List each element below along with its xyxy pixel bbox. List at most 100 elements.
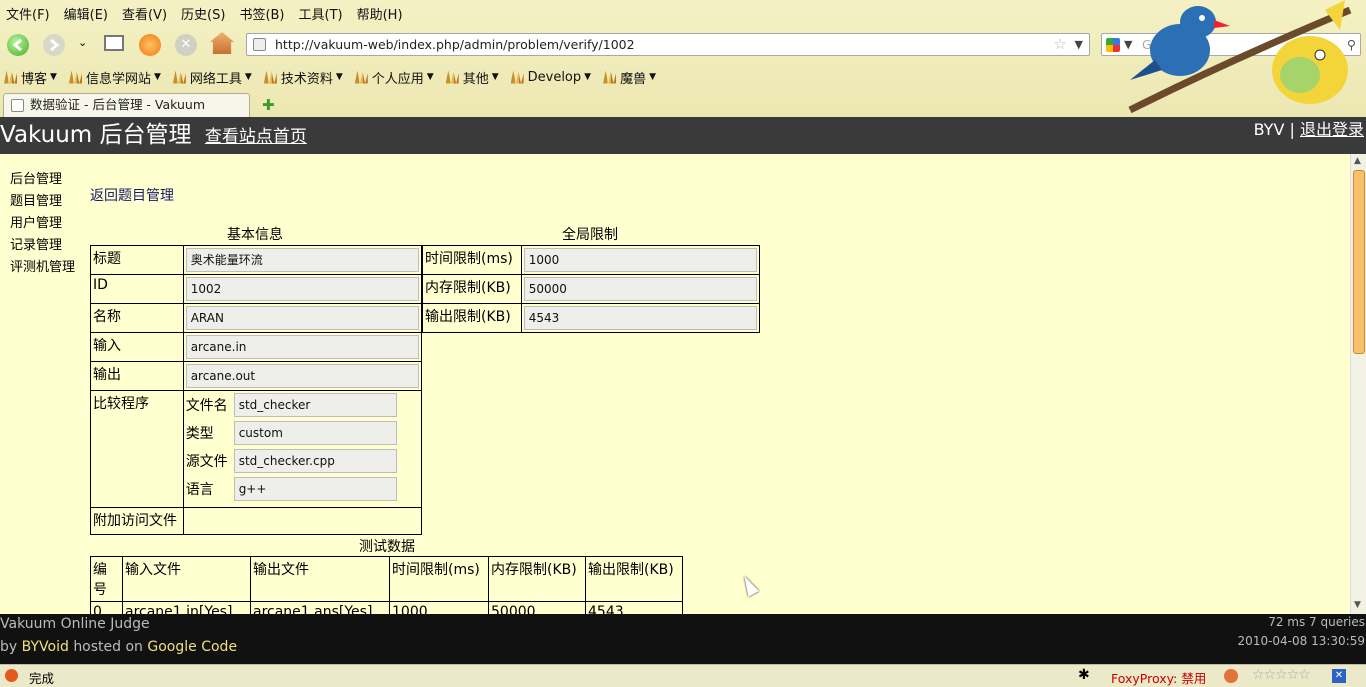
tab-active[interactable]: 数据验证 - 后台管理 - Vakuum: [3, 93, 250, 117]
home-icon[interactable]: [210, 32, 234, 54]
addon-blue-icon[interactable]: ✕: [1332, 669, 1346, 683]
username: BYV: [1253, 120, 1285, 139]
history-dropdown-icon[interactable]: ⌄: [78, 36, 87, 49]
site-title-block: Vakuum 后台管理 查看站点首页: [0, 120, 307, 152]
new-tab-icon[interactable]: ✚: [262, 96, 275, 114]
firebug-icon[interactable]: ✱: [1078, 667, 1090, 683]
scroll-down-icon[interactable]: ▼: [1354, 600, 1361, 610]
checker-language-field[interactable]: g++: [233, 477, 397, 501]
user-area: BYV | 退出登录: [1254, 119, 1364, 141]
vertical-scrollbar[interactable]: ▲ ▼: [1350, 154, 1366, 614]
field-label: 输出限制(KB): [422, 303, 522, 333]
column-header: 时间限制(ms): [389, 556, 489, 602]
checker-filename-field[interactable]: std_checker: [233, 393, 397, 417]
addon-icon[interactable]: [1224, 669, 1238, 683]
menu-help[interactable]: 帮助(H): [357, 4, 403, 23]
author-link[interactable]: BYVoid: [22, 639, 69, 655]
input-file-field[interactable]: arcane.in: [185, 335, 419, 359]
server-time: 2010-04-08 13:30:59: [1237, 634, 1365, 648]
checker-group: 文件名 std_checker 类型 custom 源文件 std_checker.c…: [186, 393, 419, 505]
site-header: Vakuum 后台管理 查看站点首页 BYV | 退出登录: [0, 117, 1366, 154]
menu-bookmarks[interactable]: 书签(B): [239, 4, 284, 23]
table-row: 输出 arcane.out: [90, 361, 423, 391]
forward-button[interactable]: [43, 34, 65, 56]
bookmark-star-icon[interactable]: ☆: [1054, 34, 1067, 55]
menu-history[interactable]: 历史(S): [181, 4, 225, 23]
menu-file[interactable]: 文件(F): [6, 4, 50, 23]
browser-chrome: 文件(F) 编辑(E) 查看(V) 历史(S) 书签(B) 工具(T) 帮助(H…: [0, 0, 1366, 117]
table-row: 0 arcane1.in[Yes] arcane1.ans[Yes] 1000 …: [90, 601, 683, 614]
host-link[interactable]: Google Code: [147, 639, 237, 655]
chevron-down-icon: ▼: [491, 72, 499, 82]
table-header-row: 编号 输入文件 输出文件 时间限制(ms) 内存限制(KB) 输出限制(KB): [90, 556, 683, 602]
sidebar-item-problems[interactable]: 题目管理: [10, 191, 75, 213]
site-footer: Vakuum Online Judge by BYVoid hosted on …: [0, 614, 1366, 664]
memory-limit-field[interactable]: 50000: [523, 277, 757, 301]
admin-sidebar: 后台管理 题目管理 用户管理 记录管理 评测机管理: [10, 169, 75, 279]
bookmark-folder[interactable]: 博客 ▼: [4, 68, 57, 87]
folder-icon: [172, 70, 186, 84]
back-to-problems-link[interactable]: 返回题目管理: [90, 185, 174, 205]
checker-language-label: 语言: [185, 482, 214, 498]
back-button[interactable]: [7, 34, 29, 56]
folder-icon: [263, 70, 277, 84]
output-file-field[interactable]: arcane.out: [185, 364, 419, 388]
tab-favicon-icon: [11, 99, 24, 112]
tab-title: 数据验证 - 后台管理 - Vakuum: [30, 97, 206, 112]
chevron-down-icon: ▼: [244, 72, 252, 82]
address-bar[interactable]: http://vakuum-web/index.php/admin/proble…: [246, 33, 1090, 56]
table-cell: 1000: [389, 601, 489, 614]
folder-icon: [4, 70, 17, 84]
id-field[interactable]: 1002: [185, 277, 419, 301]
bookmark-folder[interactable]: Develop ▼: [510, 70, 591, 85]
logout-link[interactable]: 退出登录: [1300, 120, 1364, 139]
field-label: 内存限制(KB): [422, 274, 522, 304]
column-header: 内存限制(KB): [488, 556, 586, 602]
table-row: 比较程序 文件名 std_checker 类型 custom 源文件 std_chec…: [90, 390, 423, 508]
view-home-link[interactable]: 查看站点首页: [205, 127, 307, 147]
global-limits-table: 时间限制(ms) 1000 内存限制(KB) 50000 输出限制(KB) 4543: [422, 245, 761, 333]
foxyproxy-status[interactable]: FoxyProxy: 禁用: [1111, 668, 1206, 687]
bookmark-folder[interactable]: 个人应用 ▼: [354, 68, 434, 87]
menu-view[interactable]: 查看(V): [122, 4, 167, 23]
stop-button[interactable]: ✕: [175, 34, 197, 56]
table-row: 输出限制(KB) 4543: [422, 303, 761, 333]
checker-source-field[interactable]: std_checker.cpp: [233, 449, 397, 473]
url-text: http://vakuum-web/index.php/admin/proble…: [275, 37, 635, 52]
bookmark-folder[interactable]: 信息学网站 ▼: [68, 68, 161, 87]
url-dropdown-icon[interactable]: ▼: [1075, 34, 1083, 55]
title-field[interactable]: 奥术能量环流: [185, 248, 419, 272]
global-limits-heading: 全局限制: [562, 227, 618, 243]
bookmarks-toolbar: 博客 ▼ 信息学网站 ▼ 网络工具 ▼ 技术资料 ▼ 个人应用 ▼ 其他 ▼ Develop…: [0, 66, 668, 88]
bookmark-folder[interactable]: 魔兽 ▼: [603, 68, 656, 87]
output-limit-field[interactable]: 4543: [523, 306, 757, 330]
table-row: 内存限制(KB) 50000: [422, 274, 761, 304]
scroll-up-icon[interactable]: ▲: [1354, 156, 1361, 166]
rating-stars-icon[interactable]: ☆☆☆☆☆: [1252, 667, 1311, 683]
sidebar-item-users[interactable]: 用户管理: [10, 213, 75, 235]
table-cell: 0: [90, 601, 123, 614]
menu-edit[interactable]: 编辑(E): [64, 4, 108, 23]
new-window-icon[interactable]: [104, 35, 124, 51]
bookmark-folder[interactable]: 网络工具 ▼: [172, 68, 252, 87]
status-firefox-icon: [5, 669, 18, 682]
column-header: 输出文件: [250, 556, 390, 602]
basic-info-table: 标题 奥术能量环流 ID 1002 名称 ARAN 输入 arcane.in 输出 arc…: [90, 245, 423, 535]
folder-icon: [603, 70, 617, 84]
time-limit-field[interactable]: 1000: [523, 248, 757, 272]
bookmark-folder[interactable]: 技术资料 ▼: [263, 68, 343, 87]
menu-tools[interactable]: 工具(T): [299, 4, 343, 23]
table-row: 输入 arcane.in: [90, 332, 423, 362]
status-text: 完成: [29, 671, 55, 686]
folder-icon: [354, 70, 368, 84]
reload-button[interactable]: [139, 34, 161, 56]
bookmark-folder[interactable]: 其他 ▼: [445, 68, 499, 87]
checker-type-field[interactable]: custom: [233, 421, 397, 445]
main-content: 后台管理 题目管理 用户管理 记录管理 评测机管理 返回题目管理 基本信息 全局…: [0, 154, 1350, 614]
sidebar-item-judges[interactable]: 评测机管理: [10, 257, 75, 279]
scrollbar-thumb[interactable]: [1353, 170, 1365, 354]
footer-credits: by BYVoid hosted on Google Code: [0, 639, 238, 655]
name-field[interactable]: ARAN: [185, 306, 419, 330]
sidebar-item-records[interactable]: 记录管理: [10, 235, 75, 257]
sidebar-item-admin[interactable]: 后台管理: [10, 169, 75, 191]
